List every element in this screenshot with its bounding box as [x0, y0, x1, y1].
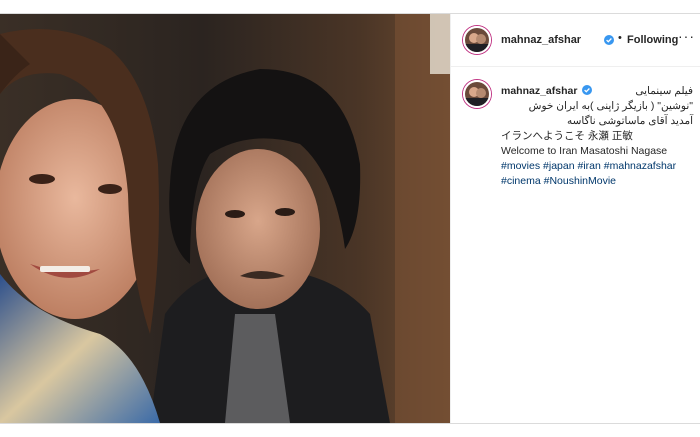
author-username[interactable]: mahnaz_afshar [501, 34, 581, 46]
caption-verified-badge-icon [582, 85, 593, 95]
hashtags-row-1: #movies #japan #iran #mahnazafshar [501, 159, 693, 174]
more-options-icon[interactable]: ··· [678, 28, 695, 44]
caption-line-1: فیلم سینمایی [635, 85, 693, 97]
hashtag-link[interactable]: #cinema [501, 175, 541, 187]
following-button[interactable]: Following [627, 34, 678, 46]
post-caption: mahnaz_afshar فیلم سینمایی "نوشین" ( باز… [501, 84, 693, 189]
caption-author-username[interactable]: mahnaz_afshar [501, 85, 577, 97]
hashtag-link[interactable]: #iran [577, 160, 600, 172]
caption-line-2: "نوشین" ( بازیگر ژاپنی )به ایران خوش [528, 100, 693, 112]
hashtag-link[interactable]: #NoushinMovie [544, 175, 616, 187]
caption-author-avatar[interactable] [463, 80, 491, 108]
hashtag-link[interactable]: #mahnazafshar [604, 160, 676, 172]
hashtag-link[interactable]: #movies [501, 160, 540, 172]
author-avatar[interactable] [463, 26, 491, 54]
caption-line-4: イランへようこそ 永瀬 正敏 [501, 130, 633, 142]
separator-dot: • [618, 32, 622, 44]
verified-badge-icon [604, 35, 614, 45]
selfie-image [0, 14, 450, 423]
caption-line-3: آمدید آقای ماساتوشی ناگاسه [566, 115, 693, 127]
post-photo[interactable] [0, 14, 450, 423]
hashtags-row-2: #cinema #NoushinMovie [501, 174, 693, 189]
hashtag-link[interactable]: #japan [543, 160, 575, 172]
instagram-post: mahnaz_afshar • Following ··· mahnaz_afs… [0, 13, 700, 424]
post-header: mahnaz_afshar • Following ··· [451, 14, 700, 67]
caption-line-5: Welcome to Iran Masatoshi Nagase [501, 145, 668, 157]
post-sidebar: mahnaz_afshar • Following ··· mahnaz_afs… [450, 14, 700, 423]
